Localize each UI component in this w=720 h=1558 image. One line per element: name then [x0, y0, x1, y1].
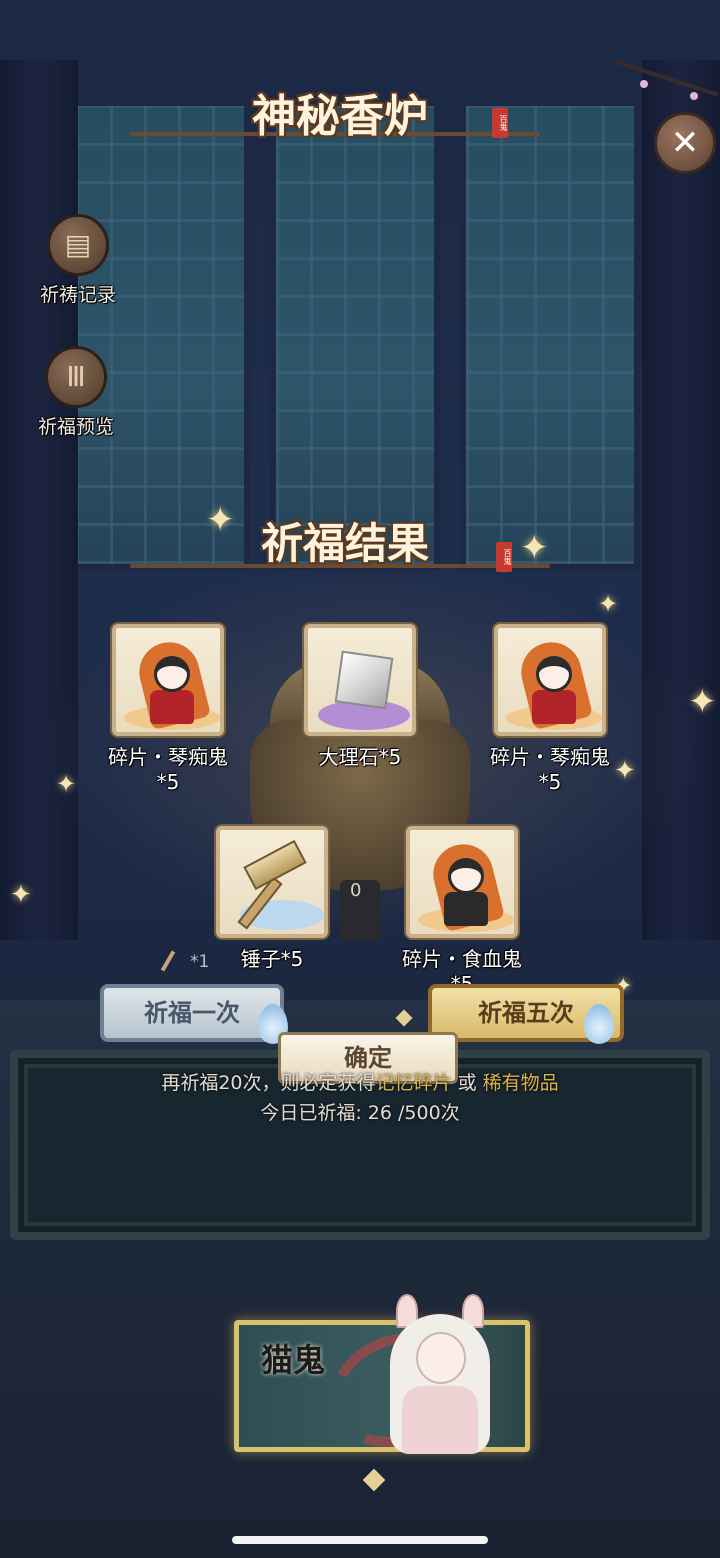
character-figure: [380, 1294, 500, 1454]
reward-item[interactable]: 碎片・食血鬼 *5: [382, 826, 542, 996]
blossom-decoration: [690, 92, 698, 100]
marble-stone-icon: [334, 650, 394, 710]
prayer-records-label: 祈祷记录: [39, 284, 116, 306]
page-title: 神秘香炉: [252, 91, 428, 142]
incense-count: *1: [190, 952, 210, 972]
daily-pray-value: 26 /500次: [361, 1102, 460, 1124]
hint-highlight-rare-items: 稀有物品: [482, 1072, 559, 1094]
character-portrait-icon: [154, 656, 190, 692]
blossom-decoration: [640, 80, 648, 88]
result-title: 祈福结果: [260, 519, 429, 568]
hint-prefix: 再祈福20次，则必定获得: [161, 1072, 376, 1094]
reward-name: 锤子*5: [240, 947, 304, 971]
guarantee-hint: 再祈福20次，则必定获得记忆碎片 或 稀有物品: [0, 1068, 720, 1095]
sparkle-icon: ✦: [10, 880, 32, 910]
reward-item[interactable]: 大理石*5: [280, 624, 440, 770]
hint-middle: 或: [451, 1072, 483, 1094]
reward-card-qinchigui: [494, 624, 606, 736]
reward-item[interactable]: 碎片・琴痴鬼 *5: [470, 624, 630, 794]
hint-highlight-memory-shards: 记忆碎片: [375, 1072, 452, 1094]
reward-card-shixuegui: [406, 826, 518, 938]
ghost-flame-icon: [584, 1004, 614, 1044]
prayer-records-button[interactable]: ▤ 祈祷记录: [28, 214, 128, 307]
reward-card-marble: [304, 624, 416, 736]
reward-name: 碎片・食血鬼: [402, 947, 522, 971]
home-indicator[interactable]: [232, 1536, 488, 1544]
sparkle-icon: ✦: [688, 682, 717, 722]
reward-card-qinchigui: [112, 624, 224, 736]
reward-quantity: *5: [538, 770, 562, 794]
reward-name: 碎片・琴痴鬼: [490, 745, 610, 769]
reward-item[interactable]: 碎片・琴痴鬼 *5: [88, 624, 248, 794]
prayer-preview-button[interactable]: Ⅲ 祈福预览: [26, 346, 126, 439]
incense-sticks-icon: Ⅲ: [45, 346, 107, 408]
character-portrait-icon: [536, 656, 572, 692]
prayer-preview-label: 祈福预览: [37, 416, 114, 438]
sparkle-icon: ✦: [520, 528, 549, 568]
reward-name: 大理石*5: [318, 745, 402, 769]
daily-pray-counter: 今日已祈福: 26 /500次: [0, 1098, 720, 1125]
page-title-banner: 神秘香炉 百鬼: [130, 80, 540, 150]
reward-quantity: *5: [156, 770, 180, 794]
seal-stamp: 百鬼: [496, 542, 512, 572]
pray-once-button[interactable]: 祈福一次: [100, 984, 284, 1042]
sparkle-icon: ✦: [206, 500, 235, 540]
seal-stamp: 百鬼: [492, 108, 508, 138]
reward-name: 碎片・琴痴鬼: [108, 745, 228, 769]
sparkle-icon: ✦: [56, 770, 77, 798]
reward-item[interactable]: 锤子*5: [192, 826, 352, 972]
scroll-icon: ▤: [47, 214, 109, 276]
character-name: 猫鬼: [261, 1341, 326, 1379]
result-title-banner: 祈福结果 百鬼: [130, 510, 550, 580]
game-scene: 神秘香炉 百鬼 ✕ ▤ 祈祷记录 Ⅲ 祈福预览 0 祈福结果 百鬼 ✦ ✦ ✦ …: [0, 0, 720, 1558]
reward-card-hammer: [216, 826, 328, 938]
daily-pray-label: 今日已祈福:: [260, 1102, 362, 1124]
sparkle-icon: ✦: [598, 590, 619, 618]
close-icon: ✕: [670, 123, 700, 163]
close-button[interactable]: ✕: [654, 112, 716, 174]
character-portrait-icon: [448, 858, 484, 894]
